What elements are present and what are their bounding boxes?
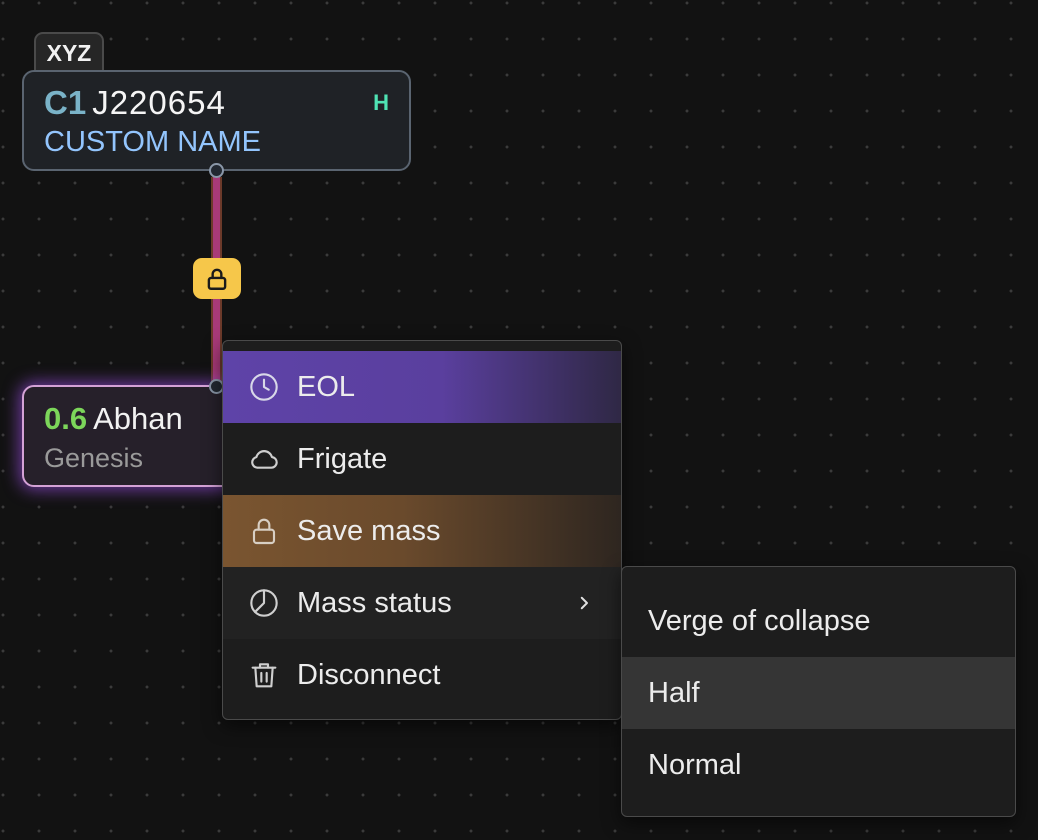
menu-item-label: Save mass bbox=[297, 514, 441, 547]
system-effect-badge: H bbox=[373, 90, 389, 115]
menu-item-disconnect[interactable]: Disconnect bbox=[223, 639, 621, 711]
region-label: Genesis bbox=[44, 443, 144, 473]
menu-item-label: EOL bbox=[297, 370, 356, 403]
system-title: C1 J220654 bbox=[44, 84, 226, 122]
clock-icon bbox=[247, 370, 281, 404]
lock-icon bbox=[207, 268, 227, 290]
menu-item-label: Disconnect bbox=[297, 658, 441, 691]
connection-handle-top[interactable] bbox=[209, 163, 224, 178]
system-name: Abhan bbox=[93, 401, 183, 436]
cloud-icon bbox=[247, 442, 281, 476]
lock-icon bbox=[247, 514, 281, 548]
menu-item-label: Mass status bbox=[297, 586, 452, 619]
chevron-right-icon bbox=[575, 594, 593, 612]
submenu-item-normal[interactable]: Normal bbox=[622, 729, 1015, 801]
submenu-item-verge-of-collapse[interactable]: Verge of collapse bbox=[622, 585, 1015, 657]
menu-item-save-mass[interactable]: Save mass bbox=[223, 495, 621, 567]
system-title: 0.6 Abhan bbox=[44, 401, 183, 437]
mass-status-submenu: Verge of collapse Half Normal bbox=[621, 566, 1016, 817]
menu-item-frigate[interactable]: Frigate bbox=[223, 423, 621, 495]
menu-item-eol[interactable]: EOL bbox=[223, 351, 621, 423]
trash-icon bbox=[247, 658, 281, 692]
connection-context-menu: EOL Frigate Save mass Mass status Discon… bbox=[222, 340, 622, 720]
connection-lock-badge bbox=[193, 258, 241, 299]
wormhole-class-label: C1 bbox=[44, 84, 87, 121]
security-status: 0.6 bbox=[44, 401, 88, 436]
menu-item-label: Frigate bbox=[297, 442, 388, 475]
menu-item-mass-status[interactable]: Mass status bbox=[223, 567, 621, 639]
submenu-item-half[interactable]: Half bbox=[622, 657, 1015, 729]
system-name: J220654 bbox=[92, 84, 226, 121]
system-node-j220654[interactable]: C1 J220654 H CUSTOM NAME bbox=[22, 70, 411, 171]
custom-name-label: CUSTOM NAME bbox=[44, 126, 261, 158]
pie-chart-icon bbox=[247, 586, 281, 620]
